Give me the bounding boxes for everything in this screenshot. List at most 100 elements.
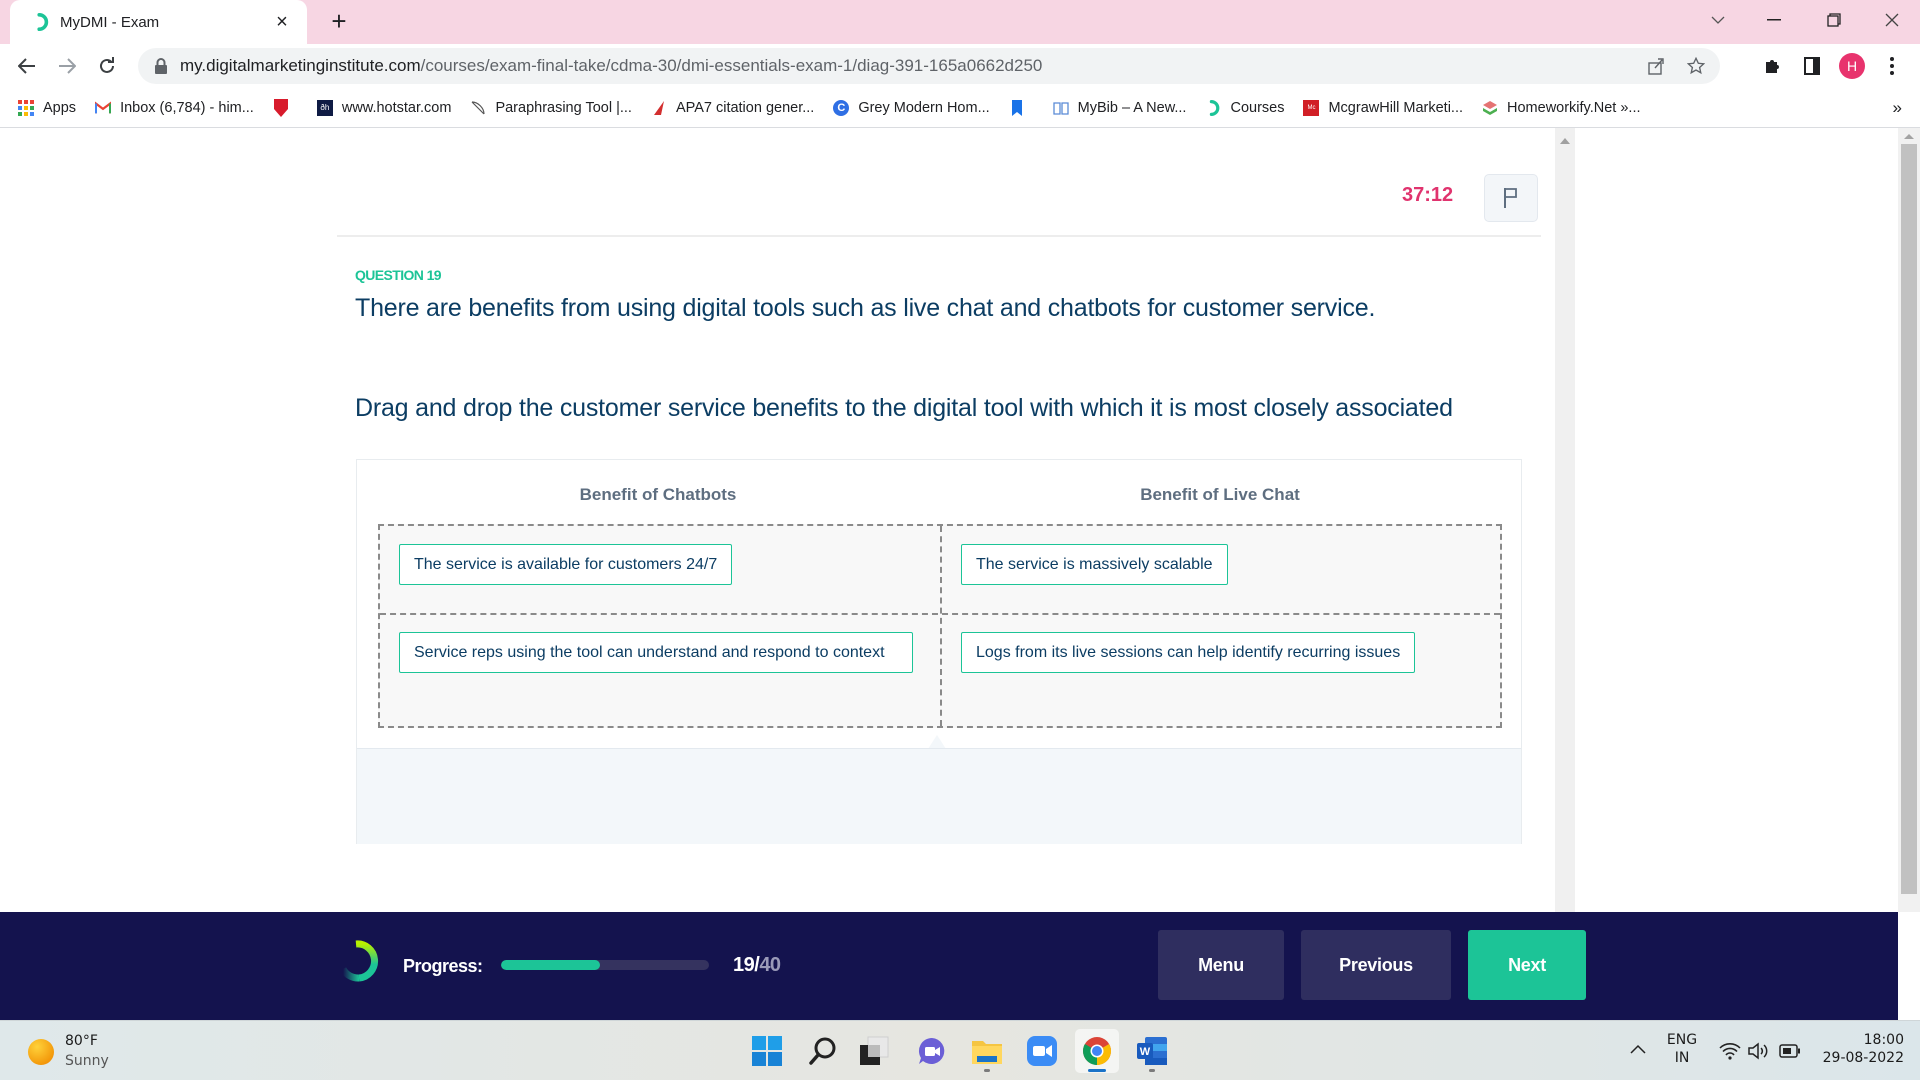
next-button[interactable]: Next: [1468, 930, 1586, 1000]
blue-bookmark-icon: [1009, 99, 1025, 116]
bookmark-inbox[interactable]: Inbox (6,784) - him...: [95, 100, 254, 116]
draggable-answer-card[interactable]: Service reps using the tool can understa…: [399, 632, 913, 673]
draggable-answer-card[interactable]: The service is massively scalable: [961, 544, 1228, 585]
drop-zone-grid: The service is available for customers 2…: [378, 524, 1502, 728]
progress-bar-fill: [501, 960, 600, 970]
word-icon[interactable]: W: [1130, 1029, 1174, 1073]
chrome-icon[interactable]: [1075, 1029, 1119, 1073]
lock-icon: [155, 58, 167, 74]
battery-icon[interactable]: [1779, 1044, 1801, 1063]
running-indicator: [1149, 1069, 1155, 1072]
teams-chat-icon[interactable]: [910, 1029, 954, 1073]
draggable-answer-card[interactable]: The service is available for customers 2…: [399, 544, 733, 585]
bookmark-mybib[interactable]: MyBib – A New...: [1053, 99, 1187, 116]
bookmark-courses[interactable]: Courses: [1205, 99, 1284, 116]
url-text[interactable]: my.digitalmarketinginstitute.com/courses…: [180, 56, 1640, 76]
canva-icon: C: [833, 99, 850, 116]
progress-bar: [501, 960, 709, 970]
extensions-puzzle-icon[interactable]: [1756, 50, 1788, 82]
back-arrow-icon[interactable]: [11, 50, 43, 82]
kebab-menu-icon[interactable]: [1876, 50, 1908, 82]
bookmark-red[interactable]: [273, 98, 298, 117]
language-indicator[interactable]: ENG IN: [1664, 1032, 1700, 1066]
clock[interactable]: 18:00 29-08-2022: [1812, 1032, 1904, 1066]
bookmark-apa7[interactable]: APA7 citation gener...: [651, 100, 814, 116]
bookmark-label: Homeworkify.Net »...: [1507, 99, 1641, 116]
drag-drop-container: Benefit of Chatbots Benefit of Live Chat…: [356, 459, 1522, 844]
bookmark-grey-modern[interactable]: C Grey Modern Hom...: [833, 99, 990, 116]
question-text: There are benefits from using digital to…: [355, 294, 1376, 322]
windows-start-icon[interactable]: [745, 1029, 789, 1073]
bookmark-apps[interactable]: Apps: [18, 99, 77, 116]
bookmark-homeworkify[interactable]: Homeworkify.Net »...: [1482, 100, 1641, 116]
minimize-icon[interactable]: [1746, 0, 1802, 40]
bookmark-label: Apps: [43, 99, 77, 116]
exam-footer: Progress: 19/40 Menu Previous Next: [0, 912, 1898, 1020]
clock-date: 29-08-2022: [1822, 1050, 1904, 1066]
bookmark-label: APA7 citation gener...: [675, 99, 815, 116]
flag-question-button[interactable]: [1484, 174, 1538, 222]
menu-button[interactable]: Menu: [1158, 930, 1284, 1000]
weather-temperature[interactable]: 80°F: [65, 1033, 98, 1049]
address-bar[interactable]: my.digitalmarketinginstitute.com/courses…: [138, 48, 1720, 84]
sun-weather-icon[interactable]: [28, 1039, 54, 1065]
file-explorer-icon[interactable]: [965, 1029, 1009, 1073]
dmi-icon: [1205, 99, 1221, 116]
progress-label: Progress:: [403, 956, 483, 976]
search-icon[interactable]: [801, 1029, 845, 1073]
bookmark-mcgrawhill[interactable]: Mc McgrawHill Marketi...: [1303, 99, 1464, 116]
bookmark-paraphrasing[interactable]: Paraphrasing Tool |...: [470, 100, 632, 116]
volume-icon[interactable]: [1748, 1042, 1770, 1065]
weather-description[interactable]: Sunny: [65, 1053, 109, 1069]
citation-icon: [651, 100, 667, 116]
reload-icon[interactable]: [91, 50, 123, 82]
forward-arrow-icon[interactable]: [51, 50, 83, 82]
bookmark-star-icon[interactable]: [1680, 50, 1712, 82]
progress-total: 40: [759, 954, 781, 976]
restore-icon[interactable]: [1806, 0, 1862, 40]
clock-time: 18:00: [1863, 1032, 1904, 1048]
profile-avatar[interactable]: H: [1836, 50, 1868, 82]
side-panel-icon[interactable]: [1796, 50, 1828, 82]
bookmark-label: McgrawHill Marketi...: [1328, 99, 1464, 116]
share-icon[interactable]: [1640, 50, 1672, 82]
row-divider: [380, 613, 1500, 615]
dmi-favicon-icon: [37, 13, 49, 31]
tray-pointer: [928, 735, 946, 749]
bookmark-label: Inbox (6,784) - him...: [120, 99, 254, 116]
show-hidden-icons-chevron-icon[interactable]: [1630, 1041, 1646, 1059]
avatar: H: [1839, 53, 1865, 79]
close-window-icon[interactable]: [1864, 0, 1920, 40]
draggable-answer-card[interactable]: Logs from its live sessions can help ide…: [961, 632, 1416, 673]
bookmarks-overflow-button[interactable]: »: [1893, 98, 1902, 118]
tab-close-icon[interactable]: ×: [271, 11, 293, 34]
bookmark-label: MyBib – A New...: [1077, 99, 1187, 116]
hotstar-icon: ðh: [316, 99, 333, 116]
bookmarks-bar: Apps Inbox (6,784) - him... ðh www.hotst…: [0, 88, 1920, 128]
answer-tray[interactable]: [357, 748, 1521, 844]
previous-button[interactable]: Previous: [1301, 930, 1451, 1000]
apps-grid-icon: [18, 99, 34, 116]
scroll-up-arrow-icon[interactable]: [1560, 138, 1570, 144]
page-scroll-up-icon[interactable]: [1904, 134, 1914, 139]
question-number: QUESTION 19: [355, 267, 442, 283]
homeworkify-icon: [1482, 100, 1498, 116]
dmi-logo-spinner-icon: [339, 940, 378, 982]
bookmark-label: www.hotstar.com: [341, 99, 452, 116]
new-tab-button[interactable]: +: [324, 6, 354, 36]
book-icon: [1053, 100, 1069, 116]
windows-taskbar: 80°F Sunny W ENG IN 18:00 29-08-2022: [0, 1020, 1920, 1080]
content-scrollbar[interactable]: [1555, 128, 1575, 912]
page-scrollbar-thumb[interactable]: [1901, 144, 1917, 894]
page-scrollbar[interactable]: [1898, 128, 1920, 912]
task-view-icon[interactable]: [852, 1029, 896, 1073]
exam-timer: 37:12: [1402, 184, 1454, 206]
browser-toolbar: my.digitalmarketinginstitute.com/courses…: [0, 44, 1920, 88]
bookmark-hotstar[interactable]: ðh www.hotstar.com: [316, 99, 452, 116]
active-indicator: [1088, 1069, 1106, 1072]
wifi-icon[interactable]: [1719, 1042, 1741, 1065]
bookmark-blue[interactable]: [1009, 99, 1034, 116]
tab-search-chevron-icon[interactable]: [1690, 0, 1746, 40]
zoom-app-icon[interactable]: [1020, 1029, 1064, 1073]
browser-tab-active[interactable]: MyDMI - Exam ×: [10, 0, 307, 44]
